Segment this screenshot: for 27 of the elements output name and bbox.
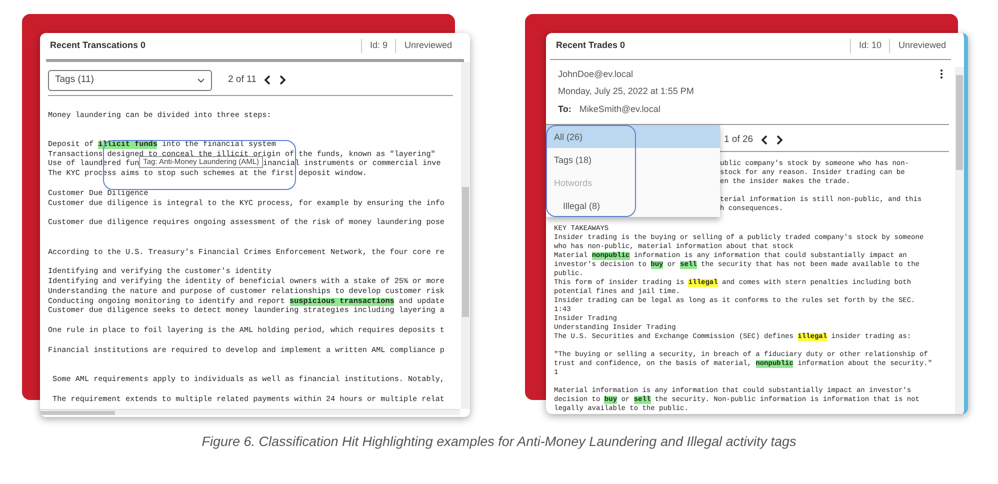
chevron-right-icon[interactable] — [776, 135, 784, 146]
panel-title: Recent Transcations 0 — [50, 39, 147, 52]
pager-position: 2 of 11 — [228, 72, 256, 87]
record-id: Id: 9 — [360, 39, 396, 52]
sender-address: JohnDoe@ev.local — [558, 68, 634, 80]
recipient-label: To: — [558, 102, 572, 116]
chevron-left-icon[interactable] — [264, 75, 272, 85]
vertical-scrollbar[interactable] — [955, 66, 964, 414]
filter-option[interactable]: Tags (18) — [546, 148, 720, 171]
dropdown-caret-icon — [197, 78, 205, 82]
message-date: Monday, July 25, 2022 at 1:55 PM — [558, 85, 695, 98]
panel-title: Recent Trades 0 — [556, 39, 626, 52]
horizontal-scrollbar[interactable] — [40, 409, 460, 416]
vertical-scrollbar[interactable] — [461, 62, 470, 410]
option-group-label: Hotwords — [553, 177, 594, 190]
review-status: Unreviewed — [395, 39, 460, 52]
review-status: Unreviewed — [889, 39, 954, 52]
chevron-right-icon[interactable] — [279, 75, 286, 85]
tag-select[interactable]: Tags (11) — [48, 70, 212, 90]
pager-position: 1 of 26 — [724, 133, 754, 147]
figure-caption: Figure 6. Classification Hit Highlighting examples for Anti-Money Laundering and Illegal activity tags — [200, 433, 798, 451]
filter-option[interactable]: Illegal (8) — [546, 194, 720, 217]
record-id: Id: 10 — [850, 39, 890, 52]
chevron-left-icon[interactable] — [761, 135, 768, 146]
more-options-icon[interactable] — [940, 69, 943, 80]
filter-option[interactable]: All (26) — [546, 125, 720, 148]
recipient-address: MikeSmith@ev.local — [579, 102, 660, 116]
